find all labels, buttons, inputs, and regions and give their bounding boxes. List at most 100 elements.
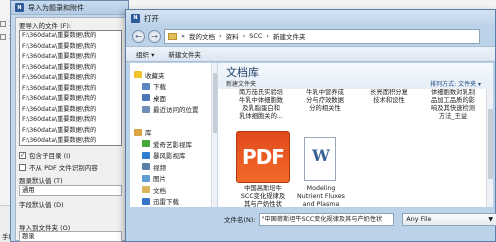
library-title: 文档库 bbox=[226, 66, 259, 79]
expand-box-icon[interactable] bbox=[0, 34, 6, 40]
checkbox-checked-icon[interactable]: ✓ bbox=[19, 151, 26, 159]
sidebar-item[interactable]: 收藏夹 bbox=[130, 69, 217, 81]
list-item[interactable]: F:\360data\重要数据\我的 bbox=[20, 73, 121, 84]
sidebar-item[interactable]: 视频 bbox=[130, 161, 217, 173]
file-item-caption[interactable]: 牛乳中营养成 分与疗效数据 分的相关性 bbox=[294, 89, 356, 123]
sidebar-item[interactable]: 最近访问的位置 bbox=[130, 104, 217, 116]
list-item[interactable]: F:\360data\重要数据\我的 bbox=[20, 136, 121, 145]
word-document-glyph: W bbox=[312, 146, 330, 165]
library-header: 文档库 新建文件夹 排列方式: 文件夹 ▾ bbox=[218, 63, 493, 89]
file-item-caption[interactable]: 长亮面积分复 技术和设性 bbox=[360, 89, 418, 123]
breadcrumb-separator-icon[interactable]: › bbox=[219, 32, 222, 40]
breadcrumb-separator-icon[interactable]: › bbox=[266, 32, 269, 40]
sidebar-item-label: 最近访问的位置 bbox=[153, 106, 199, 115]
filename-input[interactable]: "中国荷斯坦牛SCC变化规律及其与产奶性状 bbox=[258, 212, 395, 226]
sidebar-item[interactable]: 文档 bbox=[130, 184, 217, 196]
sidebar-item bbox=[130, 115, 217, 127]
new-folder-button[interactable]: 新建文件夹 bbox=[168, 49, 201, 59]
recent-places-icon bbox=[142, 105, 150, 113]
default-type-field[interactable]: 通用 bbox=[19, 185, 122, 196]
import-dialog-title: 导入为题录和附件 bbox=[28, 3, 84, 12]
sidebar-item-label: 视频 bbox=[153, 163, 166, 172]
chevron-down-icon[interactable]: ▼ bbox=[488, 214, 493, 225]
pictures-icon bbox=[142, 174, 150, 182]
include-subdirs-checkbox[interactable]: ✓ 包含子目录 (I) bbox=[19, 150, 71, 160]
open-dialog-title: 打开 bbox=[144, 13, 159, 23]
download-folder-icon bbox=[142, 82, 150, 90]
back-arrow-icon[interactable]: ← bbox=[132, 29, 145, 43]
sidebar-item-label: 图片 bbox=[153, 175, 166, 184]
list-item[interactable]: F:\360data\重要数据\我的 bbox=[20, 63, 121, 74]
blank bbox=[142, 117, 150, 125]
breadcrumb-resources[interactable]: 资料 bbox=[226, 31, 239, 41]
file-item-word[interactable]: W bbox=[304, 137, 336, 181]
sidebar-item-label: 库 bbox=[145, 129, 152, 138]
breadcrumb-my-documents[interactable]: 我的文档 bbox=[189, 31, 215, 41]
list-item[interactable]: F:\360data\重要数据\我的 bbox=[20, 31, 121, 42]
list-item[interactable]: F:\360data\重要数据\我的 bbox=[20, 84, 121, 95]
file-item-caption[interactable]: 体细胞数对乳制 品加工品质的影 响及其快速检测 方法_王益 bbox=[422, 89, 484, 123]
breadcrumb-scc[interactable]: SCC bbox=[249, 32, 262, 40]
library-subtitle: 新建文件夹 bbox=[226, 81, 257, 88]
file-item-caption[interactable]: 南方茄氏实验培 牛乳中体细胞数 及乳脂蛋白和 乳体细胞关的... bbox=[232, 89, 290, 123]
sidebar-item[interactable]: 图片 bbox=[130, 173, 217, 185]
arrange-by[interactable]: 排列方式: 文件夹 ▾ bbox=[430, 79, 481, 88]
sidebar-item-label: 桌面 bbox=[153, 94, 166, 103]
import-to-field[interactable]: 题录 bbox=[19, 231, 122, 242]
import-dialog: N 导入为题录和附件 要导入的文件 (F): F:\360data\重要数据\我… bbox=[10, 0, 129, 242]
star-icon bbox=[134, 71, 142, 79]
import-dialog-titlebar[interactable]: N 导入为题录和附件 bbox=[11, 1, 128, 15]
baofeng-library-icon bbox=[142, 151, 150, 159]
organize-button[interactable]: 组织 ▾ bbox=[136, 49, 154, 59]
list-item[interactable]: F:\360data\重要数据\我的 bbox=[20, 94, 121, 105]
app-icon: N bbox=[131, 13, 140, 23]
sidebar-item-label: 暴风影视库 bbox=[153, 152, 186, 161]
list-item[interactable]: F:\360data\重要数据\我的 bbox=[20, 126, 121, 137]
file-item-caption[interactable]: ModelingNutrient Fluxesand PlasmaKetone … bbox=[290, 185, 352, 207]
sidebar-scroll-thumb[interactable] bbox=[213, 73, 217, 133]
sidebar-item-label: 爱奇艺影视库 bbox=[153, 140, 192, 149]
file-list[interactable]: F:\360data\重要数据\我的 F:\360data\重要数据\我的 F:… bbox=[19, 30, 122, 146]
expand-box-icon[interactable] bbox=[0, 21, 6, 27]
import-dialog-body: 要导入的文件 (F): F:\360data\重要数据\我的 F:\360dat… bbox=[15, 17, 126, 242]
file-list-label: 要导入的文件 (F): bbox=[19, 22, 72, 30]
arrange-by-label: 排列方式: bbox=[430, 81, 457, 88]
checkbox-icon[interactable] bbox=[19, 163, 26, 171]
forward-arrow-icon[interactable]: → bbox=[148, 29, 161, 43]
browser-pane: 收藏夹下载桌面最近访问的位置库爱奇艺影视库 暴风影视库视频图片 文档迅雷下载 文档库… bbox=[130, 63, 493, 207]
list-item[interactable]: F:\360data\重要数据\我的 bbox=[20, 42, 121, 53]
breadcrumb-overflow[interactable]: « bbox=[181, 32, 185, 40]
content-scroll-thumb[interactable] bbox=[488, 109, 493, 179]
file-content-area: 文档库 新建文件夹 排列方式: 文件夹 ▾ 南方茄氏实验培 牛乳中体细胞数 及乳脂蛋… bbox=[218, 63, 493, 207]
iqiyi-library-icon bbox=[142, 140, 150, 148]
pdf-recognize-checkbox[interactable]: 不从 PDF 文件识别内容 bbox=[19, 162, 98, 172]
sidebar-item[interactable]: 爱奇艺影视库 bbox=[130, 138, 217, 150]
filename-row: 文件名(N): "中国荷斯坦牛SCC变化规律及其与产奶性状 Any File ▼ bbox=[126, 209, 496, 229]
file-item-caption[interactable]: 中国高斯培牛SCC变化规律及其与产奶性状间的关系_马鹏敏 bbox=[230, 185, 296, 207]
filetype-select[interactable]: Any File ▼ bbox=[402, 212, 496, 226]
breadcrumb-separator-icon[interactable]: › bbox=[243, 32, 246, 40]
sidebar-item-label: 下载 bbox=[153, 83, 166, 92]
field-default-label: 字段默认值 (D) bbox=[19, 201, 64, 209]
list-item[interactable]: F:\360data\重要数据\我的 bbox=[20, 52, 121, 63]
address-bar[interactable]: « 我的文档 › 资料 › SCC › 新建文件夹 bbox=[164, 28, 480, 44]
open-dialog-titlebar[interactable]: N 打开 bbox=[126, 10, 495, 26]
arrange-by-dropdown[interactable]: 文件夹 ▾ bbox=[458, 81, 481, 88]
sidebar-item[interactable]: 暴风影视库 bbox=[130, 150, 217, 162]
sidebar-item[interactable]: 库 bbox=[130, 127, 217, 139]
list-item[interactable]: F:\360data\重要数据\我的 bbox=[20, 115, 121, 126]
filename-label: 文件名(N): bbox=[224, 216, 256, 224]
content-scrollbar[interactable] bbox=[486, 89, 493, 207]
sidebar-item-label: 迅雷下载 bbox=[153, 198, 179, 207]
sidebar-item[interactable]: 桌面 bbox=[130, 92, 217, 104]
sidebar-item[interactable]: 迅雷下载 bbox=[130, 196, 217, 208]
thunder-download-icon bbox=[142, 197, 150, 205]
sidebar-scrollbar[interactable] bbox=[211, 63, 217, 207]
folder-icon bbox=[168, 32, 177, 40]
pdf-file-icon: PDF bbox=[236, 131, 290, 183]
file-item-pdf[interactable]: PDF bbox=[236, 131, 290, 183]
list-item[interactable]: F:\360data\重要数据\我的 bbox=[20, 105, 121, 116]
documents-icon bbox=[142, 186, 150, 194]
sidebar-item[interactable]: 下载 bbox=[130, 81, 217, 93]
breadcrumb-new-folder[interactable]: 新建文件夹 bbox=[273, 31, 306, 41]
